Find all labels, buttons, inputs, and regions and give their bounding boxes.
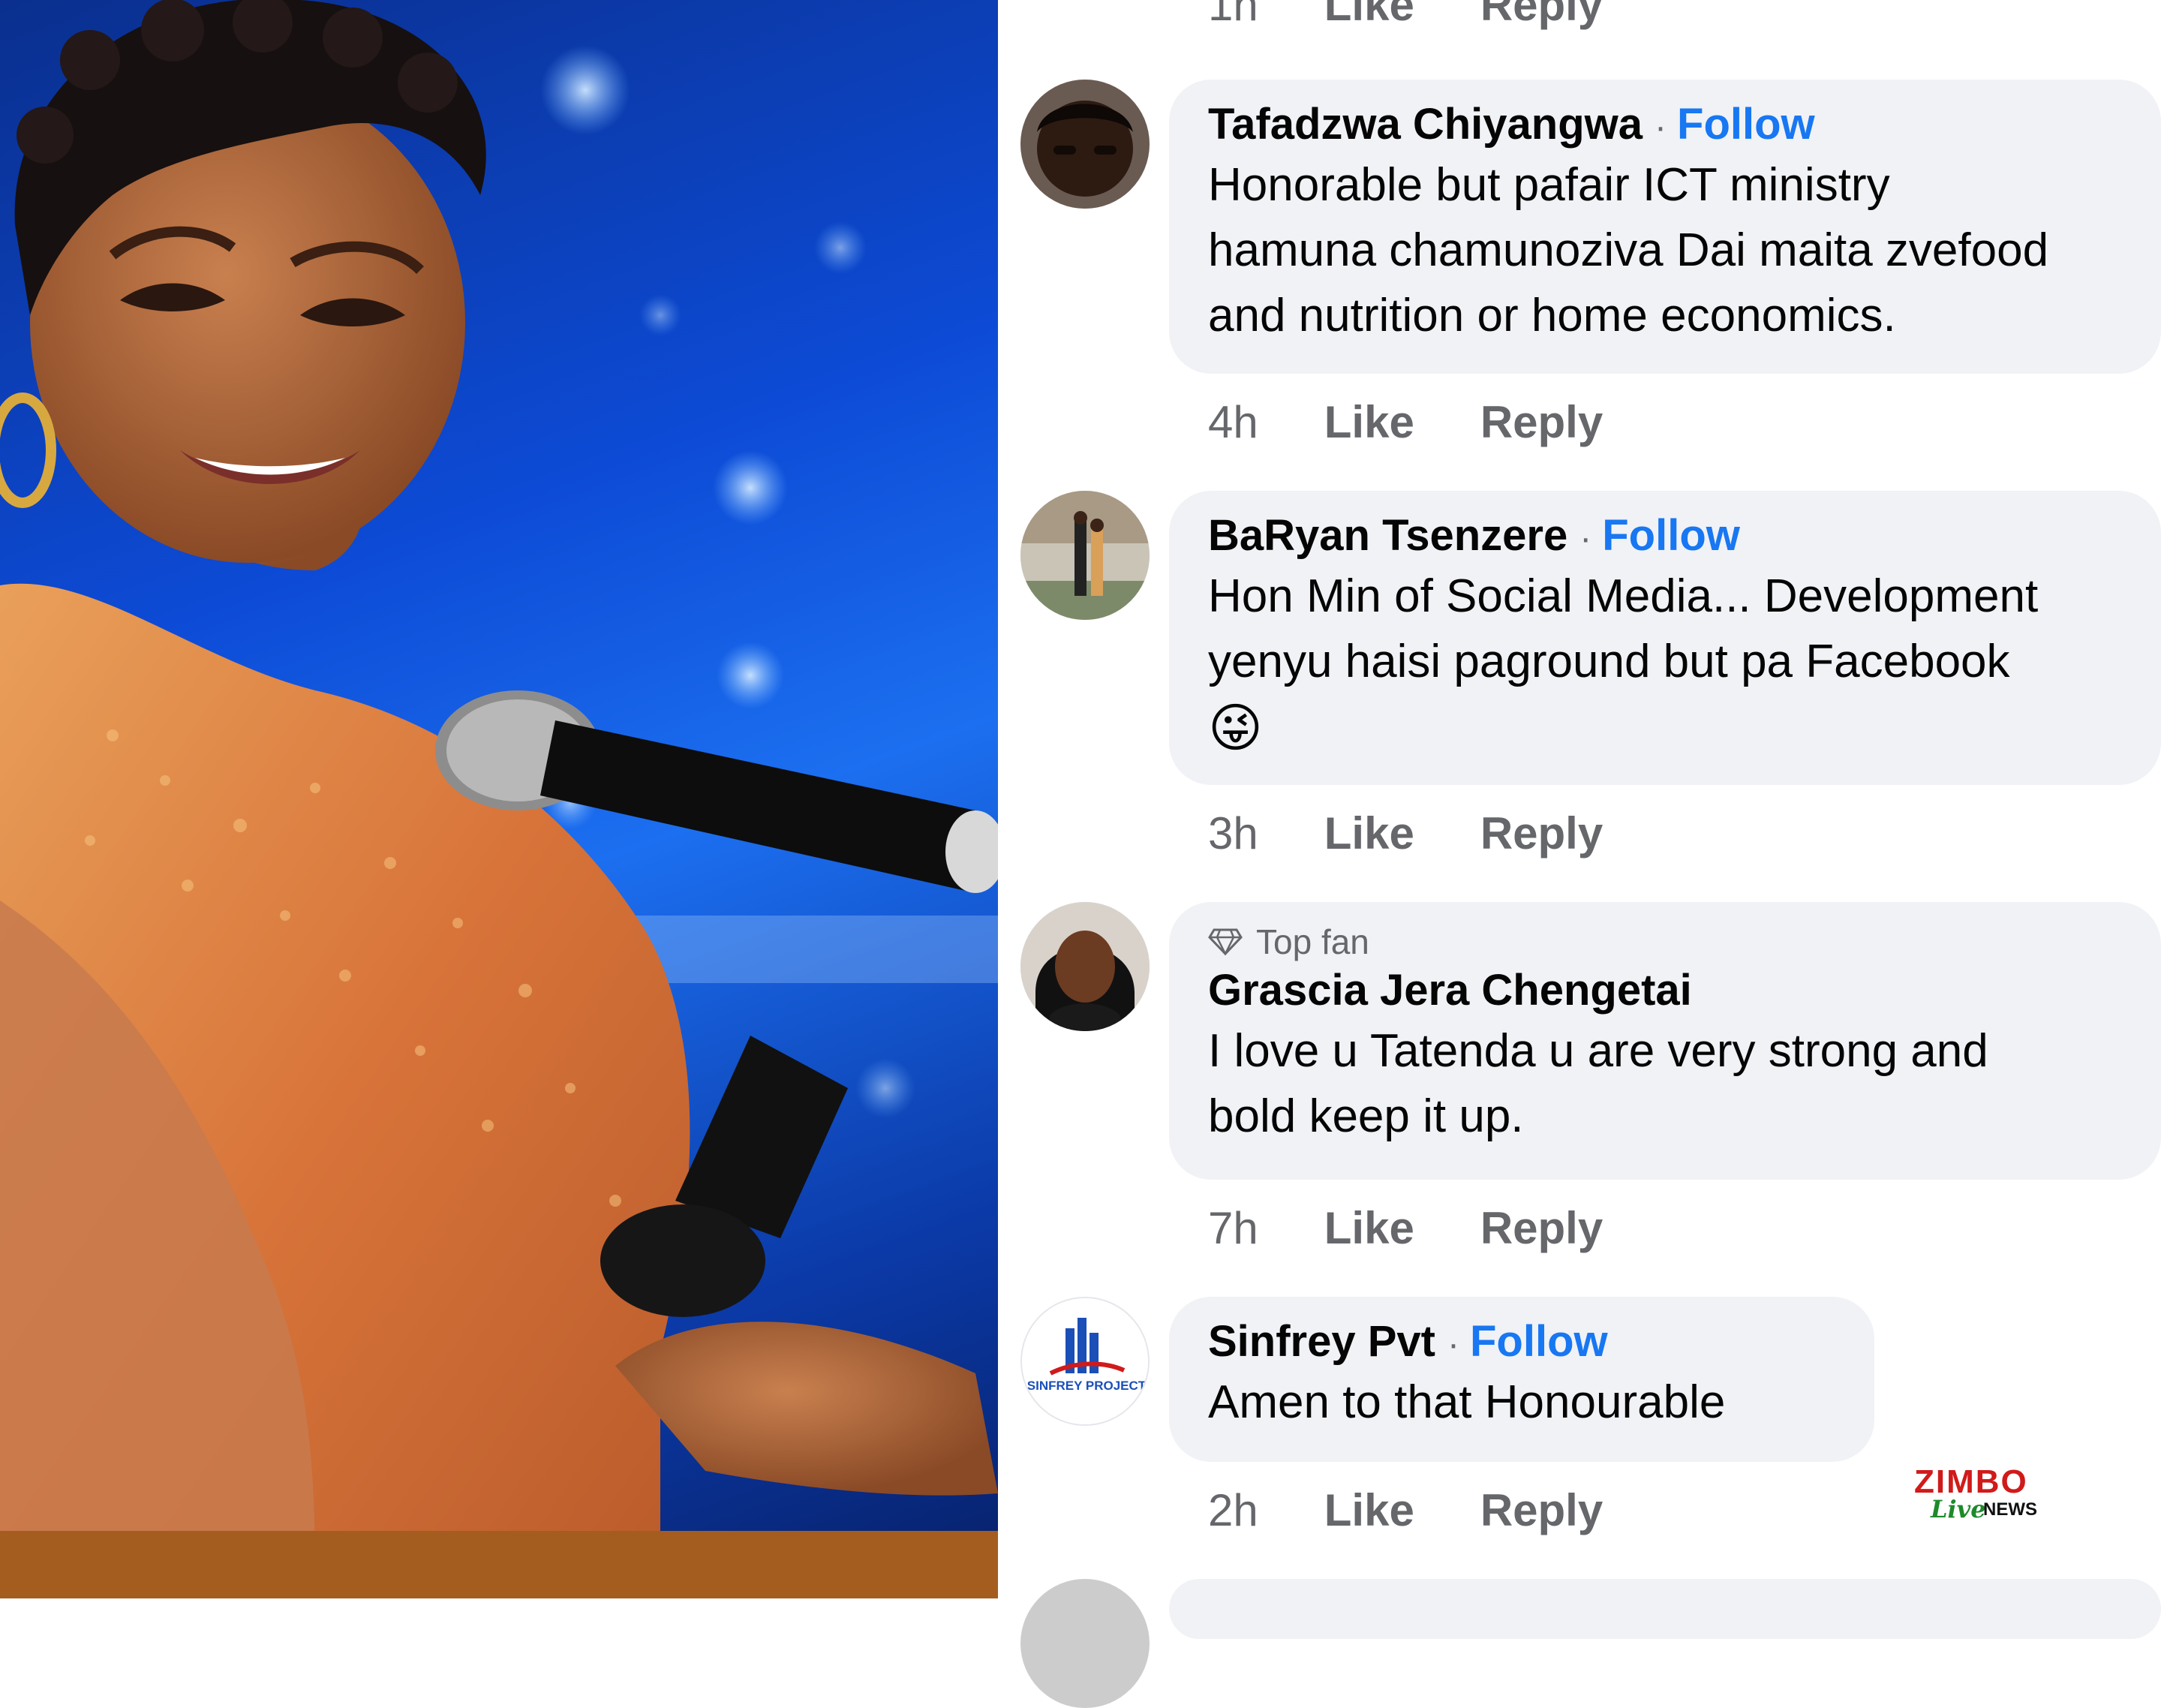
avatar[interactable] xyxy=(1020,80,1150,209)
avatar[interactable]: SINFREY PROJECT xyxy=(1020,1297,1150,1426)
watermark-live: Live xyxy=(1931,1495,1986,1523)
speaker-illustration xyxy=(0,0,998,1598)
comment-actions: 4h Like Reply xyxy=(1208,396,1603,448)
comment-bubble: Tafadzwa Chiyangwa · Follow Honorable bu… xyxy=(1169,80,2161,374)
zimbo-live-news-watermark: ZIMBO Live NEWS xyxy=(1910,1463,2060,1523)
like-button[interactable]: Like xyxy=(1324,807,1414,859)
comment-time: 7h xyxy=(1208,1203,1258,1253)
comment-time: 2h xyxy=(1208,1485,1258,1535)
comment-bubble xyxy=(1169,1579,2161,1639)
separator-dot: · xyxy=(1447,1325,1459,1364)
comment-bubble: Top fan Grascia Jera Chengetai I love u … xyxy=(1169,902,2161,1180)
comment-time: 1h xyxy=(1208,0,1258,30)
comment-text: Hon Min of Social Media... Development y… xyxy=(1208,564,2131,763)
follow-button[interactable]: Follow xyxy=(1602,510,1740,561)
reply-button[interactable]: Reply xyxy=(1480,0,1603,31)
top-fan-label: Top fan xyxy=(1256,922,1369,961)
watermark-news: NEWS xyxy=(1983,1499,2037,1520)
separator-dot: · xyxy=(1655,107,1667,147)
commenter-name[interactable]: Sinfrey Pvt xyxy=(1208,1316,1435,1367)
svg-text:SINFREY PROJECT: SINFREY PROJECT xyxy=(1027,1379,1147,1393)
like-button[interactable]: Like xyxy=(1324,1484,1414,1536)
comment-actions-previous: 1h Like Reply xyxy=(1208,0,1603,31)
comment-actions: 2h Like Reply xyxy=(1208,1484,1603,1536)
comment-bubble: Sinfrey Pvt · Follow Amen to that Honour… xyxy=(1169,1297,1874,1462)
avatar[interactable] xyxy=(1020,491,1150,620)
winking-tongue-emoji: 😜 xyxy=(1208,699,1263,757)
top-fan-badge: Top fan xyxy=(1208,922,2131,962)
reply-button[interactable]: Reply xyxy=(1480,1484,1603,1536)
comment-bubble: BaRyan Tsenzere · Follow Hon Min of Soci… xyxy=(1169,491,2161,785)
comment-text: Amen to that Honourable xyxy=(1208,1376,1726,1428)
separator-dot: · xyxy=(1579,519,1592,558)
comment-text: I love u Tatenda u are very strong and b… xyxy=(1208,1025,1988,1142)
reply-button[interactable]: Reply xyxy=(1480,807,1603,859)
reply-button[interactable]: Reply xyxy=(1480,1202,1603,1254)
comment-actions: 3h Like Reply xyxy=(1208,807,1603,859)
reply-button[interactable]: Reply xyxy=(1480,396,1603,448)
avatar[interactable] xyxy=(1020,902,1150,1031)
like-button[interactable]: Like xyxy=(1324,0,1414,31)
comment-time: 3h xyxy=(1208,808,1258,859)
follow-button[interactable]: Follow xyxy=(1677,99,1815,149)
comments-panel: 1h Like Reply Tafadzwa Chiyangwa · Follo… xyxy=(998,0,2161,1708)
comment-time: 4h xyxy=(1208,397,1258,447)
sinfrey-logo: SINFREY PROJECT xyxy=(1022,1298,1148,1424)
follow-button[interactable]: Follow xyxy=(1470,1316,1608,1367)
commenter-name[interactable]: Tafadzwa Chiyangwa xyxy=(1208,99,1643,149)
commenter-name[interactable]: Grascia Jera Chengetai xyxy=(1208,965,1692,1015)
news-photo xyxy=(0,0,998,1598)
comment-text: Honorable but pafair ICT ministry hamuna… xyxy=(1208,159,2049,341)
diamond-icon xyxy=(1208,928,1243,955)
comment-actions: 7h Like Reply xyxy=(1208,1202,1603,1254)
like-button[interactable]: Like xyxy=(1324,396,1414,448)
like-button[interactable]: Like xyxy=(1324,1202,1414,1254)
commenter-name[interactable]: BaRyan Tsenzere xyxy=(1208,510,1567,561)
